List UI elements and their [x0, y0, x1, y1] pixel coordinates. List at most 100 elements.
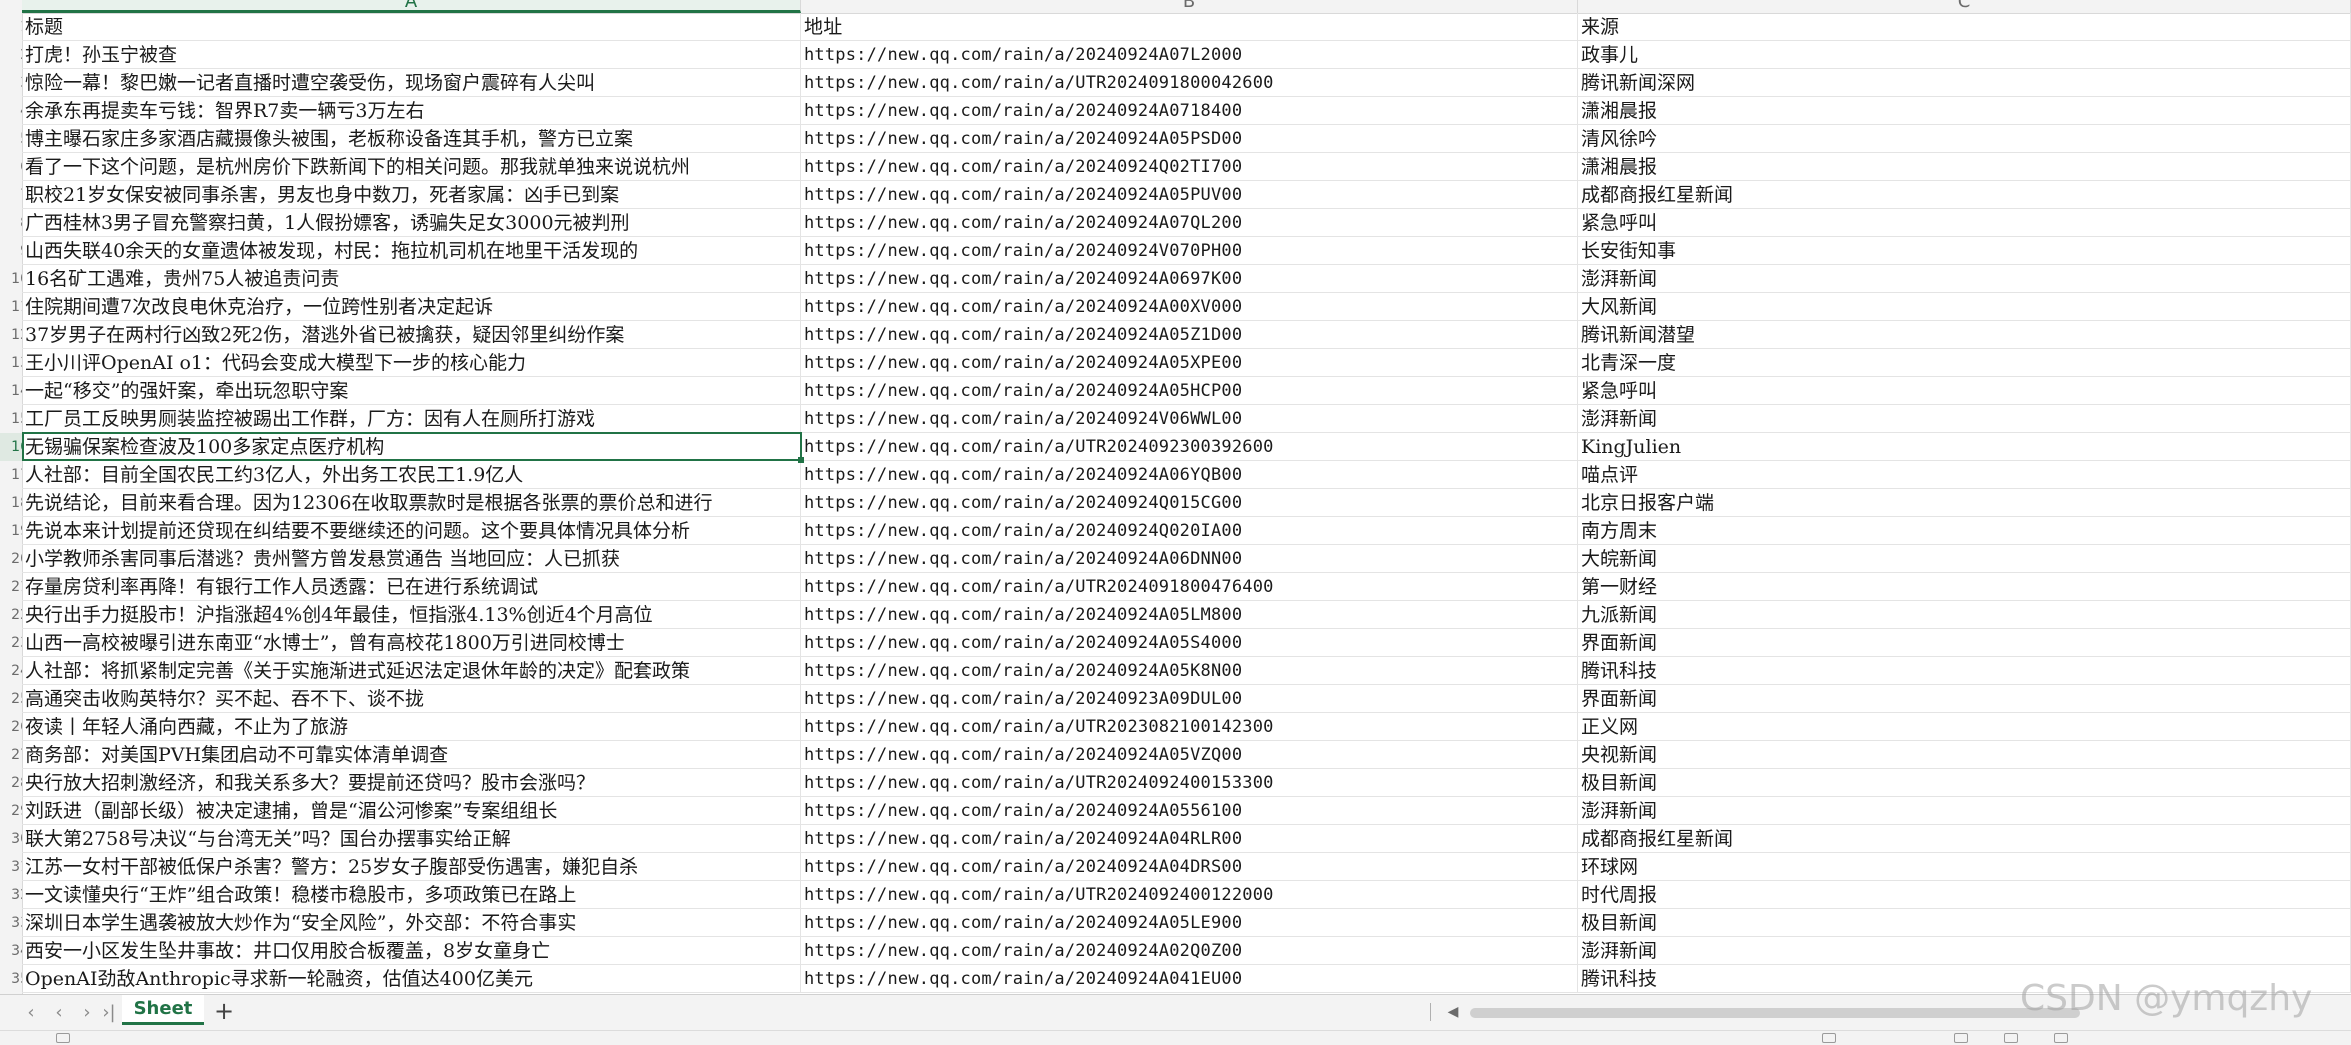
cell-title[interactable]: 惊险一幕！黎巴嫩一记者直播时遭空袭受伤，现场窗户震碎有人尖叫: [22, 69, 801, 96]
cell-url[interactable]: https://new.qq.com/rain/a/20240924A00XV0…: [801, 293, 1578, 320]
cell-url[interactable]: https://new.qq.com/rain/a/20240924A07QL2…: [801, 209, 1578, 236]
cell-url[interactable]: https://new.qq.com/rain/a/UTR20240923003…: [801, 433, 1578, 460]
cell-title[interactable]: 人社部：将抓紧制定完善《关于实施渐进式延迟法定退休年龄的决定》配套政策: [22, 657, 801, 684]
cell-source[interactable]: 喵点评: [1578, 461, 2351, 488]
row-number[interactable]: 35: [0, 965, 22, 993]
row-number[interactable]: 5: [0, 125, 22, 153]
header-cell-source[interactable]: 来源: [1578, 13, 2351, 40]
cell-url[interactable]: https://new.qq.com/rain/a/20240924A06DNN…: [801, 545, 1578, 572]
cell-url[interactable]: https://new.qq.com/rain/a/20240924A05561…: [801, 797, 1578, 824]
cell-title[interactable]: 无锡骗保案检查波及100多家定点医疗机构: [22, 433, 801, 460]
cell-url[interactable]: https://new.qq.com/rain/a/20240924A0697K…: [801, 265, 1578, 292]
row-number[interactable]: 6: [0, 153, 22, 181]
cell-title[interactable]: OpenAI劲敌Anthropic寻求新一轮融资，估值达400亿美元: [22, 965, 801, 992]
row-number[interactable]: 32: [0, 881, 22, 909]
cell-source[interactable]: 大皖新闻: [1578, 545, 2351, 572]
cell-url[interactable]: https://new.qq.com/rain/a/20240924A05PSD…: [801, 125, 1578, 152]
cell-url[interactable]: https://new.qq.com/rain/a/20240924A05K8N…: [801, 657, 1578, 684]
cell-source[interactable]: 北青深一度: [1578, 349, 2351, 376]
cell-source[interactable]: 澎湃新闻: [1578, 265, 2351, 292]
row-number[interactable]: 28: [0, 769, 22, 797]
cell-source[interactable]: KingJulien: [1578, 433, 2351, 460]
cell-title[interactable]: 王小川评OpenAI o1：代码会变成大模型下一步的核心能力: [22, 349, 801, 376]
cell-title[interactable]: 一文读懂央行“王炸”组合政策！稳楼市稳股市，多项政策已在路上: [22, 881, 801, 908]
row-number[interactable]: 34: [0, 937, 22, 965]
cell-url[interactable]: https://new.qq.com/rain/a/UTR20240918000…: [801, 69, 1578, 96]
cell-url[interactable]: https://new.qq.com/rain/a/20240924Q015CG…: [801, 489, 1578, 516]
cell-source[interactable]: 澎湃新闻: [1578, 937, 2351, 964]
row-number[interactable]: 11: [0, 293, 22, 321]
cell-title[interactable]: 存量房贷利率再降！有银行工作人员透露：已在进行系统调试: [22, 573, 801, 600]
cell-url[interactable]: https://new.qq.com/rain/a/20240924A05Z1D…: [801, 321, 1578, 348]
tab-sheet[interactable]: Sheet: [122, 995, 204, 1025]
cell-title[interactable]: 先说结论，目前来看合理。因为12306在收取票款时是根据各张票的票价总和进行: [22, 489, 801, 516]
cell-source[interactable]: 清风徐吟: [1578, 125, 2351, 152]
cell-source[interactable]: 潇湘晨报: [1578, 153, 2351, 180]
row-number[interactable]: 22: [0, 601, 22, 629]
cell-title[interactable]: 人社部：目前全国农民工约3亿人，外出务工农民工1.9亿人: [22, 461, 801, 488]
cell-title[interactable]: 博主曝石家庄多家酒店藏摄像头被围，老板称设备连其手机，警方已立案: [22, 125, 801, 152]
cell-url[interactable]: https://new.qq.com/rain/a/UTR20230821001…: [801, 713, 1578, 740]
cell-title[interactable]: 山西失联40余天的女童遗体被发现，村民：拖拉机司机在地里干活发现的: [22, 237, 801, 264]
triangle-left-icon[interactable]: ◀: [1446, 999, 1460, 1025]
page-break-icon[interactable]: [2054, 1033, 2068, 1043]
last-sheet-icon[interactable]: ›|: [96, 999, 122, 1027]
cell-source[interactable]: 腾讯新闻深网: [1578, 69, 2351, 96]
row-number[interactable]: 21: [0, 573, 22, 601]
cell-url[interactable]: https://new.qq.com/rain/a/UTR20240924001…: [801, 881, 1578, 908]
normal-view-icon[interactable]: [1954, 1033, 1968, 1043]
cell-url[interactable]: https://new.qq.com/rain/a/20240924A04RLR…: [801, 825, 1578, 852]
cell-url[interactable]: https://new.qq.com/rain/a/20240923A09DUL…: [801, 685, 1578, 712]
cell-title[interactable]: 先说本来计划提前还贷现在纠结要不要继续还的问题。这个要具体情况具体分析: [22, 517, 801, 544]
row-number[interactable]: 16: [0, 433, 22, 461]
cell-source[interactable]: 央视新闻: [1578, 741, 2351, 768]
row-number[interactable]: 12: [0, 321, 22, 349]
cell-title[interactable]: 央行放大招刺激经济，和我关系多大？要提前还贷吗？股市会涨吗？: [22, 769, 801, 796]
row-number[interactable]: 31: [0, 853, 22, 881]
cell-title[interactable]: 山西一高校被曝引进东南亚“水博士”，曾有高校花1800万引进同校博士: [22, 629, 801, 656]
cell-source[interactable]: 潇湘晨报: [1578, 97, 2351, 124]
cell-source[interactable]: 紧急呼叫: [1578, 209, 2351, 236]
cell-source[interactable]: 时代周报: [1578, 881, 2351, 908]
plus-icon[interactable]: +: [212, 997, 236, 1025]
cell-url[interactable]: https://new.qq.com/rain/a/20240924A05VZQ…: [801, 741, 1578, 768]
cell-url[interactable]: https://new.qq.com/rain/a/20240924V070PH…: [801, 237, 1578, 264]
prev-sheet-icon[interactable]: ‹: [46, 999, 72, 1027]
cell-url[interactable]: https://new.qq.com/rain/a/20240924A02Q0Z…: [801, 937, 1578, 964]
cell-source[interactable]: 成都商报红星新闻: [1578, 181, 2351, 208]
cell-url[interactable]: https://new.qq.com/rain/a/20240924Q02TI7…: [801, 153, 1578, 180]
row-number[interactable]: 3: [0, 69, 22, 97]
cell-source[interactable]: 极目新闻: [1578, 769, 2351, 796]
page-layout-icon[interactable]: [2004, 1033, 2018, 1043]
cell-source[interactable]: 澎湃新闻: [1578, 405, 2351, 432]
row-number[interactable]: 17: [0, 461, 22, 489]
cell-url[interactable]: https://new.qq.com/rain/a/20240924A05S40…: [801, 629, 1578, 656]
cell-title[interactable]: 刘跃进（副部长级）被决定逮捕，曾是“湄公河惨案”专案组组长: [22, 797, 801, 824]
cell-source[interactable]: 南方周末: [1578, 517, 2351, 544]
column-header-c[interactable]: C: [1578, 0, 2351, 13]
cell-title[interactable]: 商务部：对美国PVH集团启动不可靠实体清单调查: [22, 741, 801, 768]
horizontal-scrollbar[interactable]: [1470, 1008, 2080, 1018]
row-number[interactable]: 13: [0, 349, 22, 377]
cell-source[interactable]: 成都商报红星新闻: [1578, 825, 2351, 852]
cell-title[interactable]: 高通突击收购英特尔？买不起、吞不下、谈不拢: [22, 685, 801, 712]
row-number[interactable]: 27: [0, 741, 22, 769]
cell-title[interactable]: 看了一下这个问题，是杭州房价下跌新闻下的相关问题。那我就单独来说说杭州: [22, 153, 801, 180]
cell-source[interactable]: 北京日报客户端: [1578, 489, 2351, 516]
cell-source[interactable]: 九派新闻: [1578, 601, 2351, 628]
cell-url[interactable]: https://new.qq.com/rain/a/20240924V06WWL…: [801, 405, 1578, 432]
header-cell-url[interactable]: 地址: [801, 13, 1578, 40]
cell-url[interactable]: https://new.qq.com/rain/a/20240924A05HCP…: [801, 377, 1578, 404]
cell-source[interactable]: 政事儿: [1578, 41, 2351, 68]
row-number[interactable]: 29: [0, 797, 22, 825]
cell-source[interactable]: 澎湃新闻: [1578, 797, 2351, 824]
row-number[interactable]: 14: [0, 377, 22, 405]
cell-title[interactable]: 余承东再提卖车亏钱：智界R7卖一辆亏3万左右: [22, 97, 801, 124]
cell-source[interactable]: 长安街知事: [1578, 237, 2351, 264]
first-sheet-icon[interactable]: ‹: [18, 999, 44, 1027]
cell-url[interactable]: https://new.qq.com/rain/a/UTR20240924001…: [801, 769, 1578, 796]
cell-title[interactable]: 16名矿工遇难，贵州75人被追责问责: [22, 265, 801, 292]
cell-source[interactable]: 第一财经: [1578, 573, 2351, 600]
row-number[interactable]: 4: [0, 97, 22, 125]
row-number[interactable]: 2: [0, 41, 22, 69]
